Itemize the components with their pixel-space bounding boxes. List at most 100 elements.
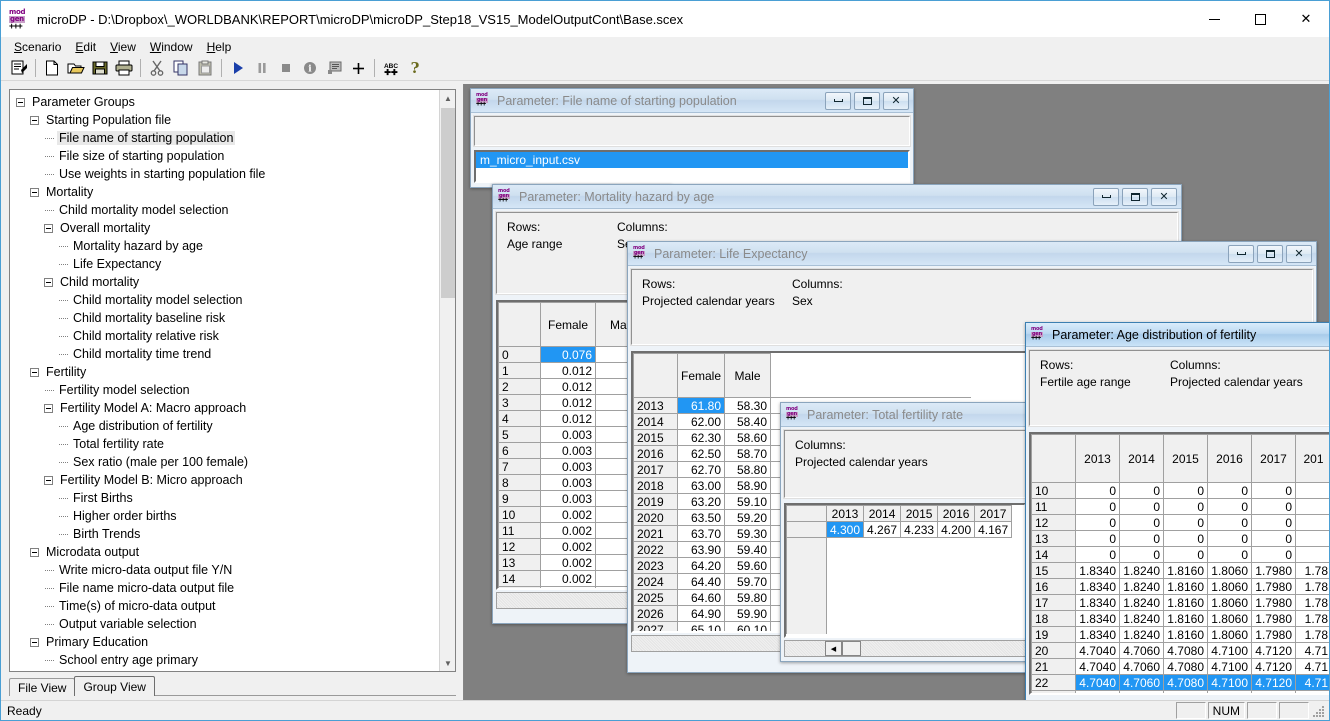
row-header-cell[interactable] [787,570,827,586]
table-row[interactable]: 1400000 [1032,547,1330,563]
row-header-cell[interactable]: 2027 [634,622,678,634]
tree-collapse-icon[interactable] [30,116,39,125]
row-header-cell[interactable] [787,538,827,554]
tree-node[interactable]: Child mortality [16,273,439,291]
data-cell[interactable]: 0 [1076,483,1120,499]
tree-node[interactable]: Fertility Model B: Micro approach [16,471,439,489]
row-header-cell[interactable]: 2020 [634,510,678,526]
table-row[interactable]: 1200000 [1032,515,1330,531]
data-cell[interactable]: 0 [1120,515,1164,531]
data-cell[interactable] [1296,499,1330,515]
data-cell[interactable]: 4.300 [827,522,864,538]
data-cell[interactable]: 1.8060 [1208,627,1252,643]
tree-collapse-icon[interactable] [16,98,25,107]
data-cell[interactable]: 0.012 [541,379,596,395]
data-cell[interactable] [1296,515,1330,531]
row-header-cell[interactable]: 6 [499,443,541,459]
data-cell[interactable]: 0.003 [541,459,596,475]
tree-node[interactable]: Child mortality relative risk [16,327,439,345]
data-cell[interactable]: 1.7980 [1252,611,1296,627]
data-cell[interactable]: 1.78 [1296,595,1330,611]
data-cell[interactable]: 1.78 [1296,611,1330,627]
row-header-cell[interactable]: 2 [499,379,541,395]
stop-icon[interactable] [274,57,298,79]
data-cell[interactable]: 1.8060 [1208,611,1252,627]
row-header-cell[interactable]: 12 [499,539,541,555]
row-header-cell[interactable]: 10 [1032,483,1076,499]
adf-data-grid[interactable]: 2013201420152016201720110000001100000120… [1029,432,1329,695]
child-titlebar[interactable]: modgen+++ Parameter: Mortality hazard by… [493,185,1181,209]
data-cell[interactable]: 4.71 [1296,691,1330,696]
tree-node[interactable]: Sex ratio (male per 100 female) [16,453,439,471]
data-cell[interactable]: 62.00 [678,414,725,430]
window-file-name-of-starting-population[interactable]: modgen+++ Parameter: File name of starti… [470,88,914,188]
run-icon[interactable] [226,57,250,79]
row-header-cell[interactable] [787,618,827,634]
table-row[interactable]: 171.83401.82401.81601.80601.79801.78 [1032,595,1330,611]
table-row[interactable]: 1100000 [1032,499,1330,515]
tree-node[interactable]: Fertility [16,363,439,381]
data-cell[interactable]: 0.012 [541,395,596,411]
tree-node[interactable]: File size of starting population [16,147,439,165]
tree-node[interactable]: School entry age primary [16,651,439,669]
child-minimize-button[interactable] [1228,245,1254,263]
data-cell[interactable]: 1.8160 [1164,611,1208,627]
tree-node[interactable]: Child mortality model selection [16,291,439,309]
data-cell[interactable]: 61.80 [678,398,725,414]
row-header-cell[interactable]: 4 [499,411,541,427]
window-age-distribution-of-fertility[interactable]: modgen+++ Parameter: Age distribution of… [1025,322,1329,702]
tree-collapse-icon[interactable] [30,188,39,197]
save-icon[interactable] [88,57,112,79]
row-header-cell[interactable]: 11 [1032,499,1076,515]
data-cell[interactable]: 1.7980 [1252,595,1296,611]
column-header[interactable]: 2013 [1076,435,1120,483]
data-cell[interactable]: 0.002 [541,523,596,539]
tree-node[interactable]: Overall mortality [16,219,439,237]
tree-node[interactable]: Mortality [16,183,439,201]
row-header-cell[interactable]: 2017 [634,462,678,478]
data-cell[interactable]: 4.7060 [1120,659,1164,675]
data-cell[interactable]: 4.7040 [1076,691,1120,696]
data-cell[interactable]: 1.8160 [1164,563,1208,579]
tree-node[interactable]: Child mortality time trend [16,345,439,363]
data-cell[interactable]: 60.10 [725,622,771,634]
tree-node[interactable]: Life Expectancy [16,255,439,273]
menu-view[interactable]: View [103,39,143,55]
data-cell[interactable]: 0 [1252,547,1296,563]
data-cell[interactable]: 1.8160 [1164,595,1208,611]
minimize-button[interactable] [1191,1,1237,37]
row-header-cell[interactable]: 3 [499,395,541,411]
tree-node[interactable]: File name of starting population [16,129,439,147]
column-header[interactable]: 2015 [1164,435,1208,483]
data-cell[interactable]: 4.7080 [1164,659,1208,675]
row-header-cell[interactable]: 22 [1032,675,1076,691]
data-cell[interactable]: 0 [1164,547,1208,563]
data-cell[interactable]: 4.7120 [1252,675,1296,691]
tfr-data-grid[interactable]: 201320142015201620174.3004.2674.2334.200… [784,503,1026,638]
data-cell[interactable]: 0 [1208,547,1252,563]
data-cell[interactable]: 4.7040 [1076,675,1120,691]
tree-scroll-thumb[interactable] [441,108,455,298]
data-cell[interactable]: 0.002 [541,587,596,591]
data-cell[interactable]: 0 [1252,531,1296,547]
data-cell[interactable]: 4.7080 [1164,643,1208,659]
row-header-cell[interactable] [787,554,827,570]
data-cell[interactable]: 1.8240 [1120,595,1164,611]
data-cell[interactable]: 4.7100 [1208,643,1252,659]
data-cell[interactable]: 63.50 [678,510,725,526]
data-cell[interactable]: 0 [1252,515,1296,531]
row-header-cell[interactable]: 2019 [634,494,678,510]
data-cell[interactable]: 1.7980 [1252,579,1296,595]
data-cell[interactable]: 59.60 [725,558,771,574]
child-maximize-button[interactable] [854,92,880,110]
data-cell[interactable]: 1.8340 [1076,611,1120,627]
row-header-cell[interactable]: 23 [1032,691,1076,696]
table-row[interactable]: 214.70404.70604.70804.71004.71204.71 [1032,659,1330,675]
table-row[interactable]: 204.70404.70604.70804.71004.71204.71 [1032,643,1330,659]
table-corner-cell[interactable] [787,506,827,522]
row-header-cell[interactable]: 2024 [634,574,678,590]
row-header-cell[interactable]: 10 [499,507,541,523]
column-header[interactable]: 2016 [1208,435,1252,483]
data-cell[interactable]: 59.20 [725,510,771,526]
print-icon[interactable] [112,57,136,79]
